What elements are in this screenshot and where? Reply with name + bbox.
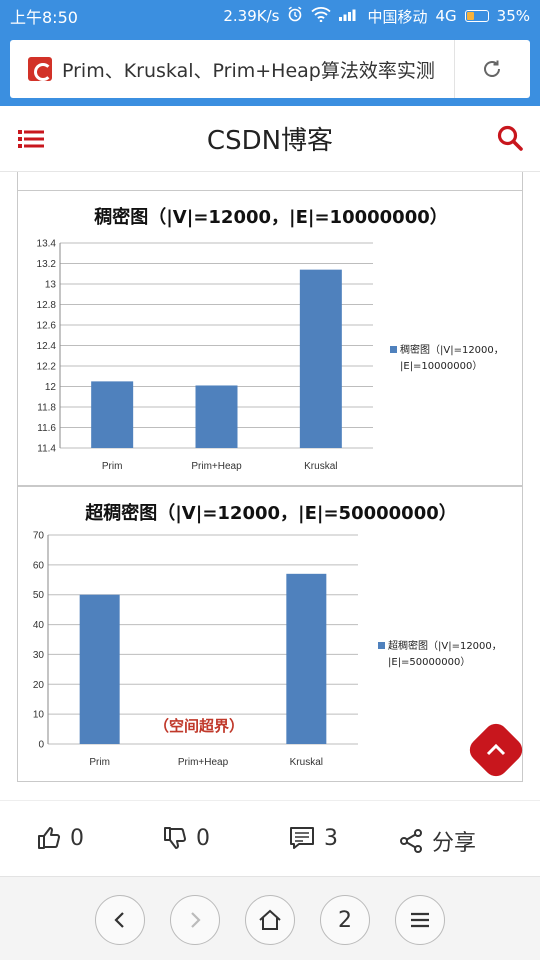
carrier-name: 中国移动 [367,7,428,26]
y-tick-label: 11.8 [37,403,56,414]
chart-super-dense: 70 60 50 40 30 20 10 0 Prim Prim+Heap Kruskal [33,531,358,768]
page-url-title[interactable]: Prim、Kruskal、Prim+Heap算法效率实测 [62,56,442,83]
chart-frame-dense: 稠密图（|V|=12000， |E|=10000000） 13.4 13.2 13 12… [17,190,523,486]
article-content[interactable]: 稠密图（|V|=12000， |E|=10000000） 13.4 13.2 13 12… [0,172,540,792]
chart-frame-super-dense: 超稠密图（|V|=12000， |E|=50000000） 70 60 50 40 30 2… [17,486,523,782]
legend-line-1: 稠密图（|V|=12000， [400,345,504,356]
legend-line-1: 超稠密图（|V|=12000， [388,641,502,652]
reload-icon [484,60,500,77]
menu-button[interactable] [18,128,44,154]
list-menu-icon [18,130,44,148]
chart-legend-super-dense: 超稠密图（|V|=12000， |E|=50000000） [378,639,502,671]
search-button[interactable] [496,124,524,156]
y-tick-label: 13.4 [37,239,57,250]
chart-dense: 13.4 13.2 13 12.8 12.6 12.4 12.2 12 11.8 11.6 11.4… [37,239,373,472]
y-tick-label: 11.4 [37,444,56,455]
share-icon [400,829,422,853]
x-category-label: Kruskal [290,757,323,768]
comment-button[interactable]: 3 [288,825,338,851]
x-category-label: Prim [89,757,110,768]
y-tick-label: 12.6 [37,321,57,332]
previous-image-edge [17,172,523,190]
y-tick-label: 12.2 [37,362,57,373]
forward-button[interactable] [170,895,220,945]
page-title: CSDN博客 [206,126,334,156]
share-button[interactable]: 分享 [398,825,476,857]
y-tick-label: 30 [33,650,45,661]
chart-annotation: （空间超界） [154,717,245,735]
y-tick-label: 40 [33,620,45,631]
legend-swatch [390,346,397,353]
bar-prim-heap [195,385,238,448]
x-category-label: Prim+Heap [178,757,229,768]
alarm-icon [287,6,303,26]
chevron-left-icon [114,912,124,928]
y-tick-label: 50 [33,590,45,601]
search-icon [497,125,523,151]
chevron-right-icon [191,912,201,928]
y-tick-label: 70 [33,531,45,542]
signal-icon [339,7,359,25]
chevron-up-icon [486,743,506,756]
bar-prim [79,594,120,744]
y-tick-label: 12.8 [37,300,57,311]
bar-kruskal [299,269,342,448]
network-type: 4G [435,7,457,25]
status-bar: 上午8:50 2.39K/s 中国移动 4G 35% [0,0,540,32]
y-tick-label: 10 [33,710,45,721]
y-tick-label: 13.2 [37,259,57,270]
thumbs-up-icon [38,827,61,849]
tab-count: 2 [338,907,352,933]
y-tick-label: 60 [33,560,45,571]
comment-icon [290,827,314,849]
like-button[interactable]: 0 [36,825,84,851]
browser-toolbar: Prim、Kruskal、Prim+Heap算法效率实测 [0,32,540,106]
browser-menu-button[interactable] [395,895,445,945]
address-bar[interactable]: Prim、Kruskal、Prim+Heap算法效率实测 [10,40,530,98]
tabs-button[interactable]: 2 [320,895,370,945]
back-button[interactable] [95,895,145,945]
y-tick-label: 12.4 [37,341,57,352]
y-tick-label: 13 [45,280,57,291]
chart-legend-dense: 稠密图（|V|=12000， |E|=10000000） [390,343,504,375]
thumbs-down-icon [164,827,187,849]
network-speed: 2.39K/s [223,7,280,25]
browser-bottom-nav: 2 [0,876,540,960]
app-header: CSDN博客 [0,106,540,172]
csdn-logo-icon [28,57,52,81]
y-tick-label: 12 [45,382,57,393]
battery-percent: 35% [496,7,530,25]
like-count: 0 [70,825,84,851]
wifi-icon [311,6,332,26]
comment-count: 3 [324,825,338,851]
status-time: 上午8:50 [10,8,78,27]
legend-swatch [378,642,385,649]
article-actions: 0 0 3 分享 [0,800,540,876]
home-icon [259,909,281,930]
bar-kruskal [286,573,327,744]
dislike-button[interactable]: 0 [162,825,210,851]
dislike-count: 0 [196,825,210,851]
y-tick-label: 0 [38,740,44,751]
battery-icon [464,10,489,22]
reload-button[interactable] [455,57,529,81]
legend-line-2: |E|=10000000） [400,361,483,372]
legend-line-2: |E|=50000000） [388,657,471,668]
y-tick-label: 11.6 [37,423,56,434]
hamburger-icon [411,912,429,928]
bar-prim [91,381,134,448]
share-label: 分享 [432,831,477,856]
x-category-label: Kruskal [304,461,337,472]
battery-fill [466,12,474,20]
x-category-label: Prim+Heap [191,461,242,472]
y-tick-label: 20 [33,680,45,691]
x-category-label: Prim [102,461,123,472]
home-button[interactable] [245,895,295,945]
